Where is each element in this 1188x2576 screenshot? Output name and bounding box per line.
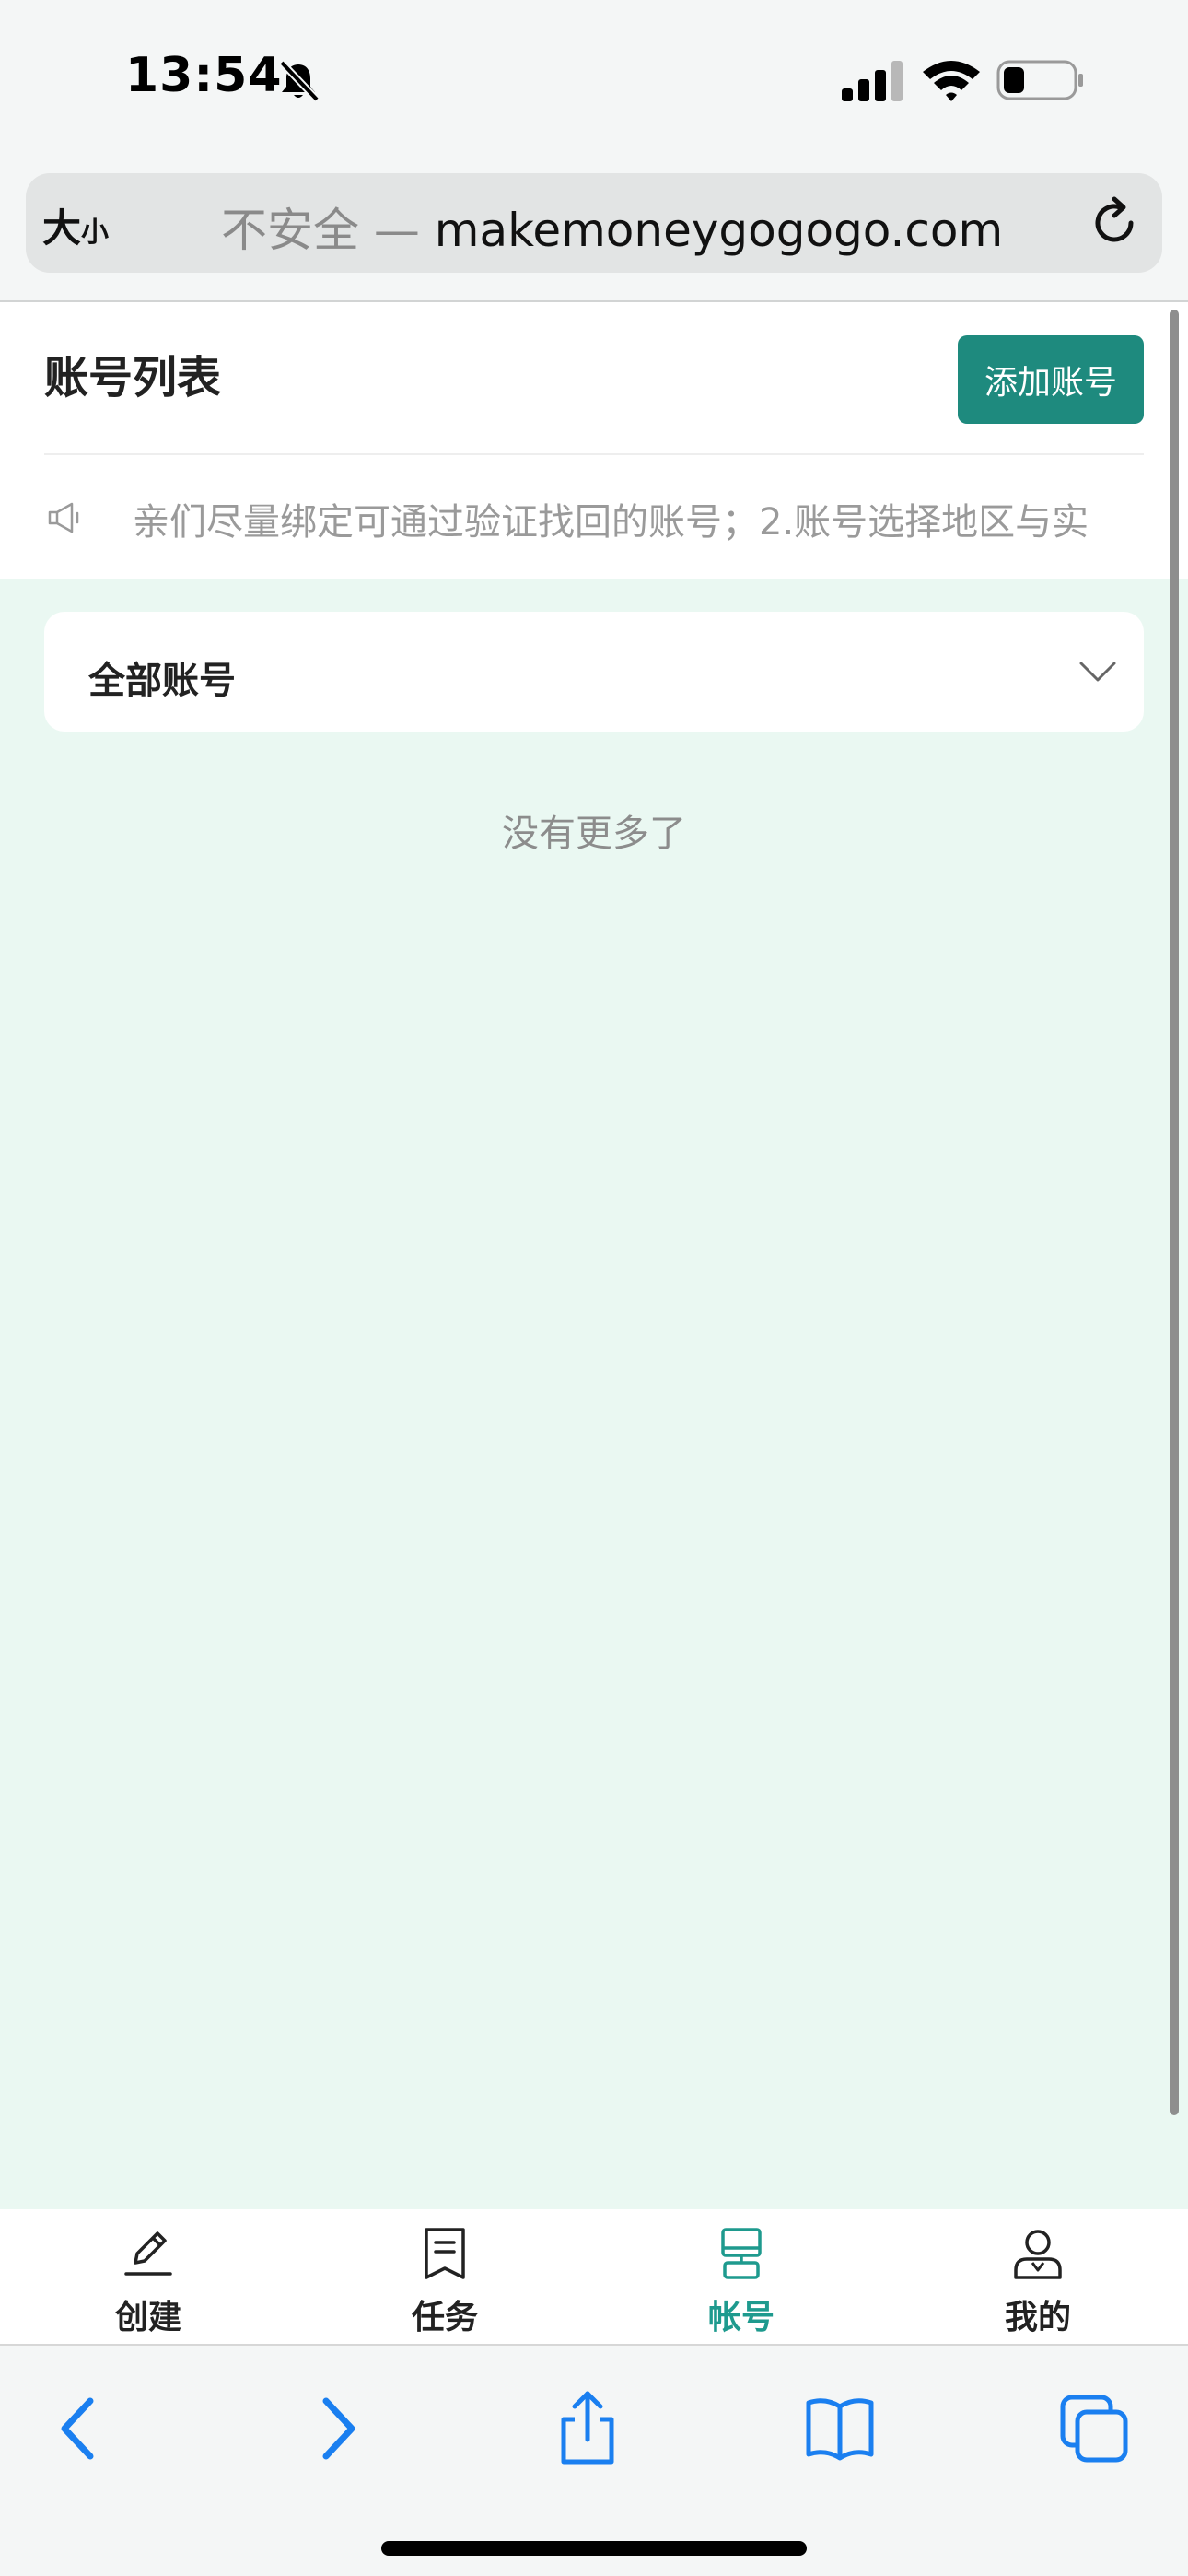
wifi-icon xyxy=(923,61,980,101)
insecure-label: 不安全 — xyxy=(221,204,435,257)
page-scrollbar[interactable] xyxy=(1170,310,1179,2115)
page-title: 账号列表 xyxy=(44,352,222,404)
cellular-signal-icon xyxy=(842,61,903,101)
home-indicator xyxy=(381,2541,807,2556)
tab-create[interactable]: 创建 xyxy=(0,2209,297,2346)
tab-accounts[interactable]: 帐号 xyxy=(593,2209,890,2346)
page-content: 账号列表 添加账号 亲们尽量绑定可通过验证找回的账号；2.账号选择地区与实 全部… xyxy=(0,302,1188,2209)
megaphone-icon xyxy=(48,502,79,533)
account-icon xyxy=(721,2228,762,2279)
filter-selected-value: 全部账号 xyxy=(88,660,236,702)
battery-icon xyxy=(996,60,1083,100)
back-icon[interactable] xyxy=(41,2390,118,2467)
status-time: 13:54 xyxy=(125,48,283,103)
bottom-tab-bar: 创建 任务 帐号 我的 xyxy=(0,2209,1188,2346)
header-card: 账号列表 添加账号 亲们尽量绑定可通过验证找回的账号；2.账号选择地区与实 xyxy=(0,302,1188,579)
user-icon xyxy=(1014,2230,1062,2279)
no-more-text: 没有更多了 xyxy=(502,813,686,855)
tab-me[interactable]: 我的 xyxy=(890,2209,1186,2346)
bookmarks-icon[interactable] xyxy=(801,2390,879,2467)
forward-icon[interactable] xyxy=(298,2390,376,2467)
document-icon xyxy=(425,2228,465,2279)
account-filter-select[interactable]: 全部账号 xyxy=(44,612,1144,732)
chevron-down-icon xyxy=(1079,662,1116,682)
header-divider xyxy=(44,453,1144,455)
bell-muted-icon xyxy=(279,60,320,102)
tab-tasks[interactable]: 任务 xyxy=(297,2209,593,2346)
pencil-icon xyxy=(124,2231,172,2276)
add-account-button[interactable]: 添加账号 xyxy=(958,335,1144,424)
notice-marquee: 亲们尽量绑定可通过验证找回的账号；2.账号选择地区与实 xyxy=(133,501,1089,544)
url-domain: makemoneygogogo.com xyxy=(434,204,1004,257)
browser-toolbar xyxy=(0,2348,1188,2576)
reload-icon[interactable] xyxy=(1087,195,1142,251)
url-text[interactable]: 不安全 — makemoneygogogo.com xyxy=(221,193,1003,260)
status-bar: 13:54 xyxy=(0,0,1188,166)
address-bar[interactable]: 大小 不安全 — makemoneygogogo.com xyxy=(26,173,1162,273)
tabs-icon[interactable] xyxy=(1055,2390,1133,2467)
text-size-button[interactable]: 大小 xyxy=(42,197,109,253)
share-icon[interactable] xyxy=(549,2390,626,2467)
